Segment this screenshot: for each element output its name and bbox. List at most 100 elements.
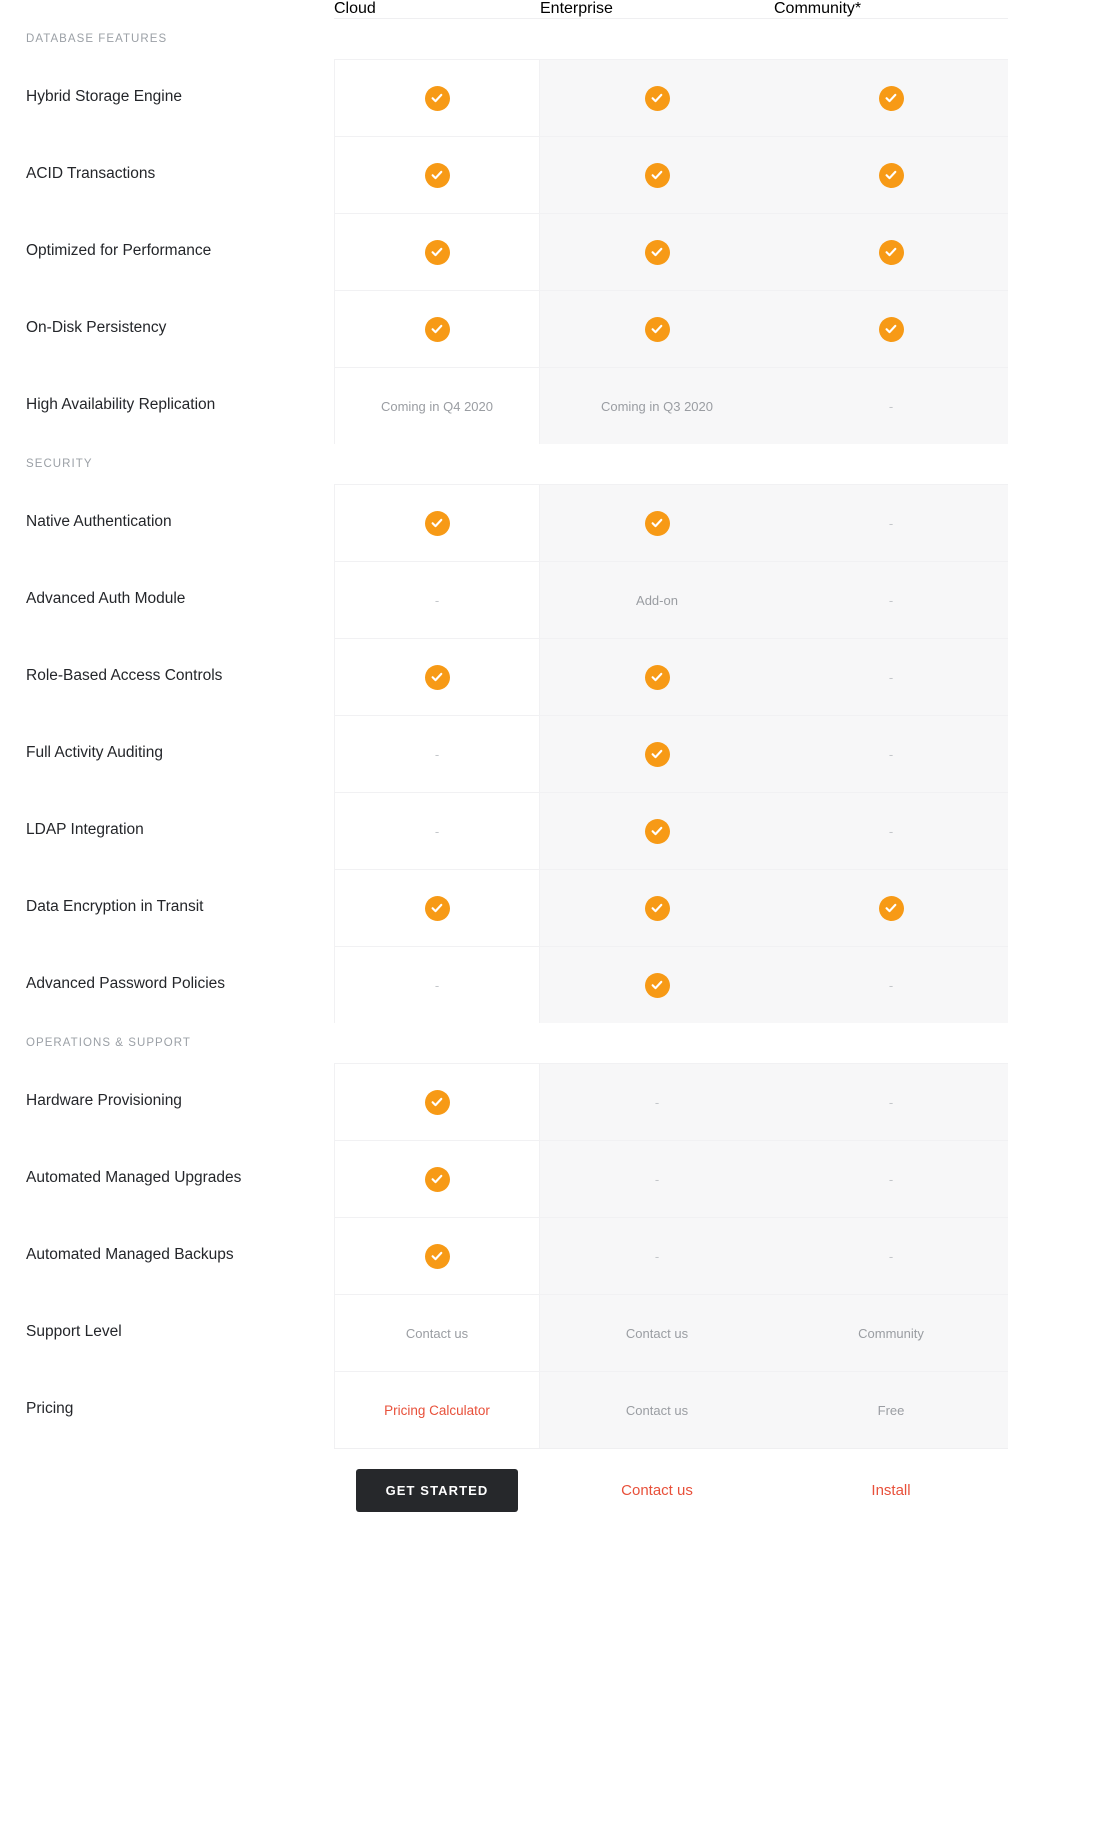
cell-value-text: Coming in Q4 2020 xyxy=(380,398,493,414)
cell-community: - xyxy=(774,1140,1008,1217)
not-included-dash: - xyxy=(434,977,440,993)
cell-enterprise: - xyxy=(540,1140,774,1217)
feature-comparison-table: Cloud Enterprise Community* DATABASE FEATUR… xyxy=(0,0,1108,1531)
feature-label: Native Authentication xyxy=(26,513,172,531)
section-gap-cloud xyxy=(334,19,540,59)
cell-enterprise xyxy=(540,213,774,290)
section-gap-community xyxy=(774,444,1008,484)
feature-label: Support Level xyxy=(26,1323,122,1341)
cell-value-text: Add-on xyxy=(636,592,678,608)
column-header-label: Cloud xyxy=(334,0,376,17)
cell-enterprise: Contact us xyxy=(540,1371,774,1448)
cta-cell-community: Install xyxy=(774,1449,1008,1531)
cell-value-text[interactable]: Pricing Calculator xyxy=(384,1403,490,1418)
feature-label: On-Disk Persistency xyxy=(26,319,167,337)
section-gap-enterprise xyxy=(540,1023,774,1063)
section-gap-community xyxy=(774,19,1008,59)
cell-enterprise: Add-on xyxy=(540,561,774,638)
section-gap-community xyxy=(774,1023,1008,1063)
cell-enterprise xyxy=(540,792,774,869)
cell-cloud: Coming in Q4 2020 xyxy=(334,367,540,444)
cell-value-text: Free xyxy=(877,1402,905,1418)
cell-cloud xyxy=(334,136,540,213)
feature-label: Automated Managed Backups xyxy=(26,1246,234,1264)
cell-cloud xyxy=(334,290,540,367)
cell-community: - xyxy=(774,946,1008,1023)
check-circle-icon xyxy=(424,1166,450,1192)
not-included-dash: - xyxy=(888,669,894,685)
cell-community xyxy=(774,213,1008,290)
cta-cell-enterprise: Contact us xyxy=(540,1449,774,1531)
check-circle-icon xyxy=(644,664,670,690)
cell-cloud[interactable]: Pricing Calculator xyxy=(334,1371,540,1448)
check-circle-icon xyxy=(424,316,450,342)
cell-enterprise: - xyxy=(540,1063,774,1140)
check-circle-icon xyxy=(424,85,450,111)
feature-label: Optimized for Performance xyxy=(26,242,212,260)
cell-enterprise xyxy=(540,484,774,561)
get-started-button[interactable]: GET STARTED xyxy=(355,1468,519,1512)
cta-link-enterprise[interactable]: Contact us xyxy=(621,1482,693,1499)
section-gap-cloud xyxy=(334,1023,540,1063)
cell-community: - xyxy=(774,715,1008,792)
column-header-label: Community* xyxy=(774,0,862,17)
cell-enterprise xyxy=(540,290,774,367)
check-circle-icon xyxy=(644,818,670,844)
cell-value-text: Community xyxy=(858,1325,924,1341)
cell-enterprise xyxy=(540,59,774,136)
section-gap-enterprise xyxy=(540,444,774,484)
cell-community xyxy=(774,136,1008,213)
section-title-label: OPERATIONS & SUPPORT xyxy=(26,1037,191,1049)
section-title-security: SECURITY xyxy=(0,444,334,484)
check-circle-icon xyxy=(878,895,904,921)
column-header-community: Community* xyxy=(774,0,1008,18)
not-included-dash: - xyxy=(434,746,440,762)
feature-label: LDAP Integration xyxy=(26,821,144,839)
check-circle-icon xyxy=(424,1089,450,1115)
cell-community: Community xyxy=(774,1294,1008,1371)
cell-community: - xyxy=(774,1217,1008,1294)
check-circle-icon xyxy=(644,85,670,111)
not-included-dash: - xyxy=(888,746,894,762)
check-circle-icon xyxy=(424,162,450,188)
check-circle-icon xyxy=(424,664,450,690)
not-included-dash: - xyxy=(888,1094,894,1110)
cell-value-text: Contact us xyxy=(625,1402,689,1418)
cta-link-community[interactable]: Install xyxy=(871,1482,910,1499)
section-gap-cloud xyxy=(334,444,540,484)
section-gap-enterprise xyxy=(540,19,774,59)
check-circle-icon xyxy=(644,895,670,921)
cell-community xyxy=(774,290,1008,367)
not-included-dash: - xyxy=(888,823,894,839)
cell-value-text: Contact us xyxy=(405,1325,469,1341)
check-circle-icon xyxy=(644,239,670,265)
check-circle-icon xyxy=(424,1243,450,1269)
cell-cloud: - xyxy=(334,792,540,869)
cell-community xyxy=(774,869,1008,946)
cell-community: - xyxy=(774,367,1008,444)
check-circle-icon xyxy=(644,510,670,536)
cell-enterprise xyxy=(540,869,774,946)
cell-value-text: Contact us xyxy=(625,1325,689,1341)
feature-label: Pricing xyxy=(26,1400,74,1418)
feature-label: Automated Managed Upgrades xyxy=(26,1169,242,1187)
feature-label: Hybrid Storage Engine xyxy=(26,88,182,106)
cell-cloud: - xyxy=(334,561,540,638)
cell-enterprise xyxy=(540,136,774,213)
cell-cloud xyxy=(334,1140,540,1217)
cell-cloud xyxy=(334,638,540,715)
not-included-dash: - xyxy=(888,398,894,414)
check-circle-icon xyxy=(644,972,670,998)
column-header-cloud: Cloud xyxy=(334,0,540,18)
not-included-dash: - xyxy=(888,977,894,993)
cell-cloud xyxy=(334,59,540,136)
cta-row-label-spacer xyxy=(0,1449,334,1531)
cell-community: - xyxy=(774,484,1008,561)
cell-community xyxy=(774,59,1008,136)
feature-label: Role-Based Access Controls xyxy=(26,667,223,685)
not-included-dash: - xyxy=(888,515,894,531)
not-included-dash: - xyxy=(434,823,440,839)
not-included-dash: - xyxy=(888,1248,894,1264)
check-circle-icon xyxy=(644,741,670,767)
cell-cloud: Contact us xyxy=(334,1294,540,1371)
